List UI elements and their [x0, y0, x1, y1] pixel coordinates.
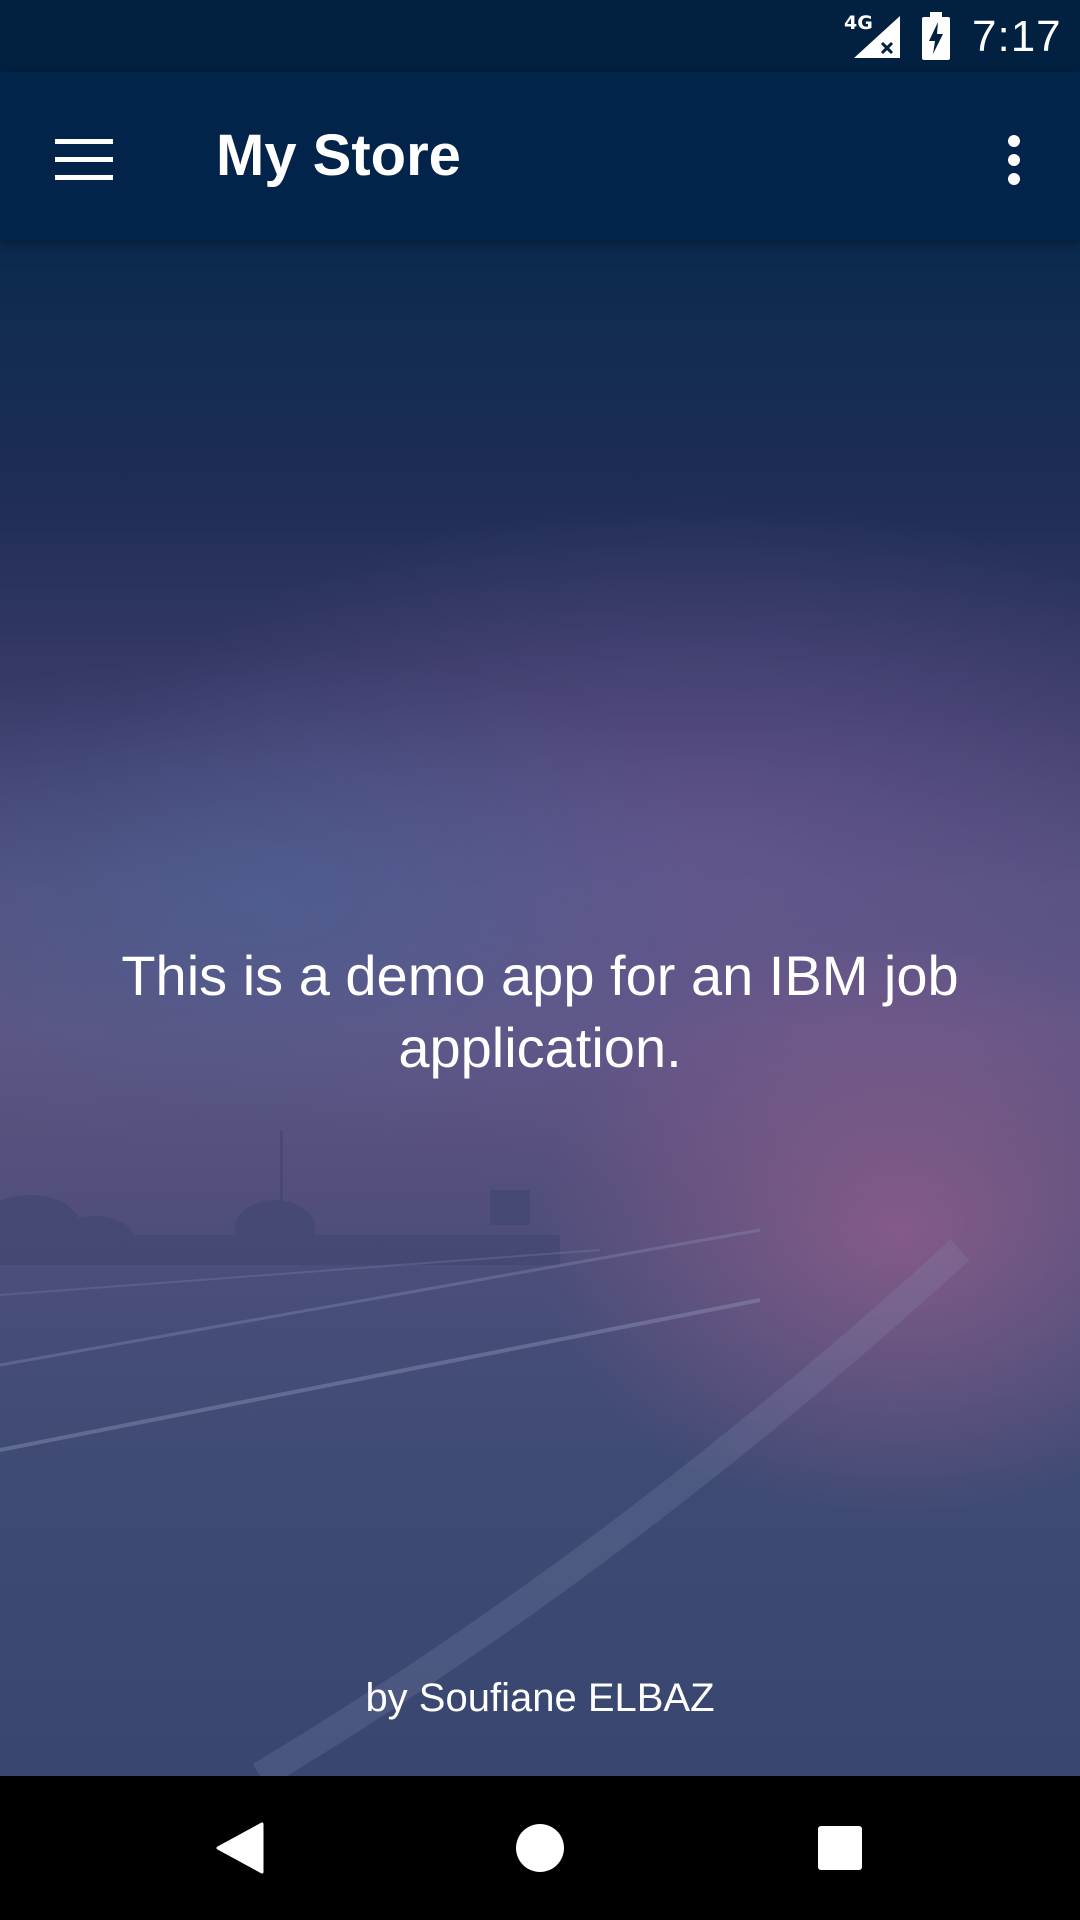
status-time: 7:17 — [972, 12, 1062, 61]
recents-icon — [818, 1826, 862, 1870]
road-scene — [0, 1130, 970, 1776]
status-bar: 4G 7:17 — [0, 0, 1080, 72]
back-icon — [216, 1822, 264, 1874]
app-toolbar: My Store — [0, 72, 1080, 240]
overflow-menu-button[interactable] — [970, 116, 1058, 204]
signal-icon — [854, 16, 900, 58]
screen: 4G 7:17 My Store This is a demo app for … — [0, 0, 1080, 1920]
battery-charging-icon — [922, 12, 950, 60]
app-title: My Store — [216, 123, 461, 188]
navigation-bar — [0, 1776, 1080, 1920]
recents-button[interactable] — [784, 1792, 896, 1904]
menu-button[interactable] — [40, 116, 128, 204]
description-text: This is a demo app for an IBM job applic… — [121, 944, 959, 1079]
back-button[interactable] — [184, 1792, 296, 1904]
hamburger-menu-icon — [55, 139, 113, 180]
home-button[interactable] — [484, 1792, 596, 1904]
home-icon — [516, 1824, 564, 1872]
author-text: by Soufiane ELBAZ — [365, 1676, 715, 1720]
more-vertical-icon — [1008, 135, 1020, 185]
